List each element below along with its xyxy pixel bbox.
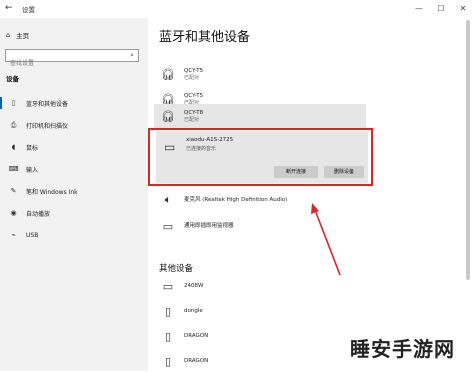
watermark-text: 睡安手游网: [350, 337, 455, 361]
scrollbar[interactable]: [466, 20, 470, 280]
annotation-arrow: [311, 203, 341, 276]
settings-window: ← 设置 — ☐ ✕ ⌂ 主页 ⌕ 设备 ▯ 蓝牙和其他设备 ⎙ 打印机和扫描仪: [0, 0, 474, 371]
